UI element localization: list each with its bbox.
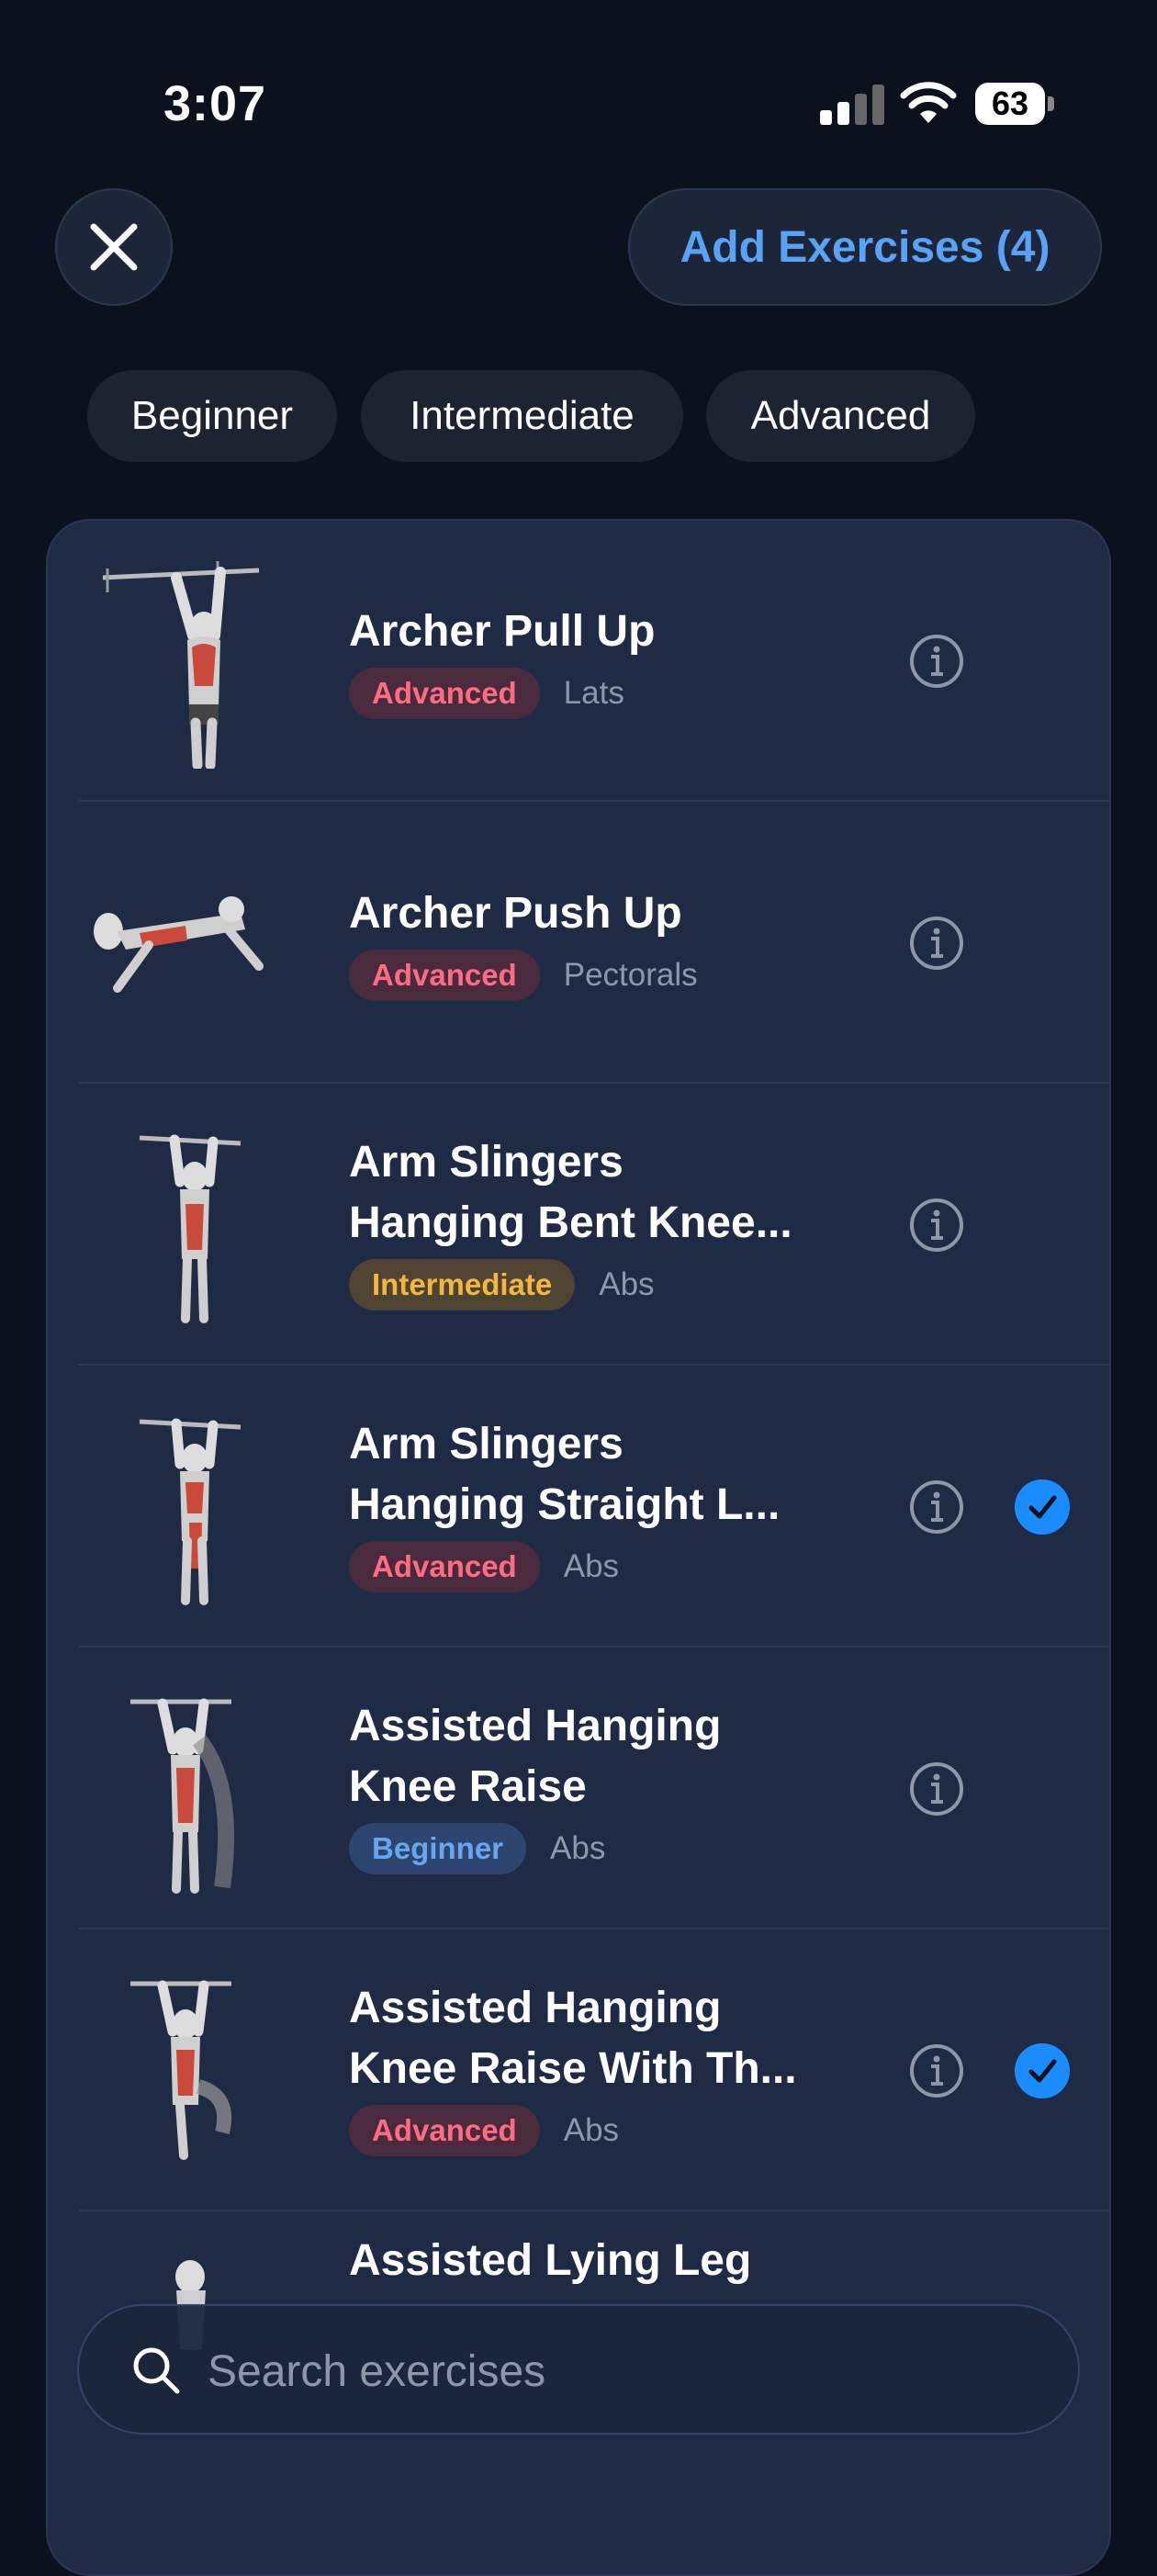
exercise-list: Archer Pull Up Advanced Lats Archer Push… <box>46 519 1111 2576</box>
cellular-signal-icon <box>820 84 884 125</box>
search-bar[interactable] <box>77 2304 1080 2435</box>
search-icon <box>133 2347 180 2394</box>
info-icon[interactable] <box>909 1198 964 1253</box>
exercise-title-line2: Hanging Bent Knee... <box>349 1198 792 1247</box>
info-icon[interactable] <box>909 1479 964 1535</box>
exercise-title-line2: Hanging Straight L... <box>349 1480 781 1529</box>
exercise-title: Assisted Hanging <box>349 1984 722 2032</box>
exercise-row[interactable]: Arm Slingers Hanging Bent Knee... Interm… <box>48 1085 1109 1366</box>
close-icon <box>90 223 138 271</box>
exercise-row[interactable]: Archer Push Up Advanced Pectorals <box>48 803 1109 1084</box>
exercise-title: Archer Push Up <box>349 889 682 938</box>
add-exercises-button[interactable]: Add Exercises (4) <box>628 188 1102 306</box>
level-badge: Advanced <box>349 2105 540 2156</box>
exercise-row[interactable]: Archer Pull Up Advanced Lats <box>48 521 1109 802</box>
exercise-row[interactable]: Assisted Hanging Knee Raise With Th... A… <box>48 1930 1109 2211</box>
muscle-label: Abs <box>563 1548 620 1584</box>
info-icon[interactable] <box>909 916 964 971</box>
selected-check-icon[interactable] <box>1015 1479 1070 1535</box>
wifi-icon <box>900 82 957 123</box>
muscle-label: Abs <box>563 2112 620 2148</box>
selected-check-icon[interactable] <box>1015 2043 1070 2098</box>
filter-chip-intermediate[interactable]: Intermediate <box>361 370 683 462</box>
status-time: 3:07 <box>163 76 267 131</box>
muscle-label: Abs <box>599 1266 655 1302</box>
info-icon[interactable] <box>909 2043 964 2098</box>
exercise-row[interactable]: Arm Slingers Hanging Straight L... Advan… <box>48 1367 1109 1648</box>
muscle-label: Pectorals <box>563 957 698 993</box>
info-icon[interactable] <box>909 1761 964 1817</box>
exercise-title-line2: Knee Raise <box>349 1762 587 1811</box>
exercise-thumbnail <box>102 561 260 769</box>
exercise-title: Archer Pull Up <box>349 607 656 656</box>
exercise-thumbnail <box>94 896 264 993</box>
exercise-thumbnail <box>130 1980 232 2160</box>
exercise-thumbnail <box>130 1698 235 1894</box>
exercise-title-line2: Knee Raise With Th... <box>349 2044 797 2093</box>
info-icon[interactable] <box>909 634 964 689</box>
exercise-title: Assisted Lying Leg <box>349 2236 752 2285</box>
close-button[interactable] <box>55 188 173 306</box>
exercise-row[interactable]: Assisted Hanging Knee Raise Beginner Abs <box>48 1648 1109 1929</box>
level-badge: Beginner <box>349 1823 527 1874</box>
level-badge: Intermediate <box>349 1259 576 1310</box>
exercise-title: Arm Slingers <box>349 1420 623 1468</box>
level-badge: Advanced <box>349 668 540 719</box>
battery-icon: 63 <box>975 83 1054 125</box>
filter-chip-advanced[interactable]: Advanced <box>706 370 975 462</box>
exercise-thumbnail <box>139 1418 242 1605</box>
level-badge: Advanced <box>349 950 540 1001</box>
muscle-label: Lats <box>563 675 624 711</box>
exercise-title: Arm Slingers <box>349 1138 623 1187</box>
exercise-title: Assisted Hanging <box>349 1702 722 1750</box>
battery-level: 63 <box>975 83 1045 125</box>
filter-chip-beginner[interactable]: Beginner <box>87 370 337 462</box>
exercise-thumbnail <box>139 1134 242 1323</box>
level-badge: Advanced <box>349 1541 540 1592</box>
muscle-label: Abs <box>550 1830 606 1866</box>
search-input[interactable] <box>206 2334 1036 2409</box>
